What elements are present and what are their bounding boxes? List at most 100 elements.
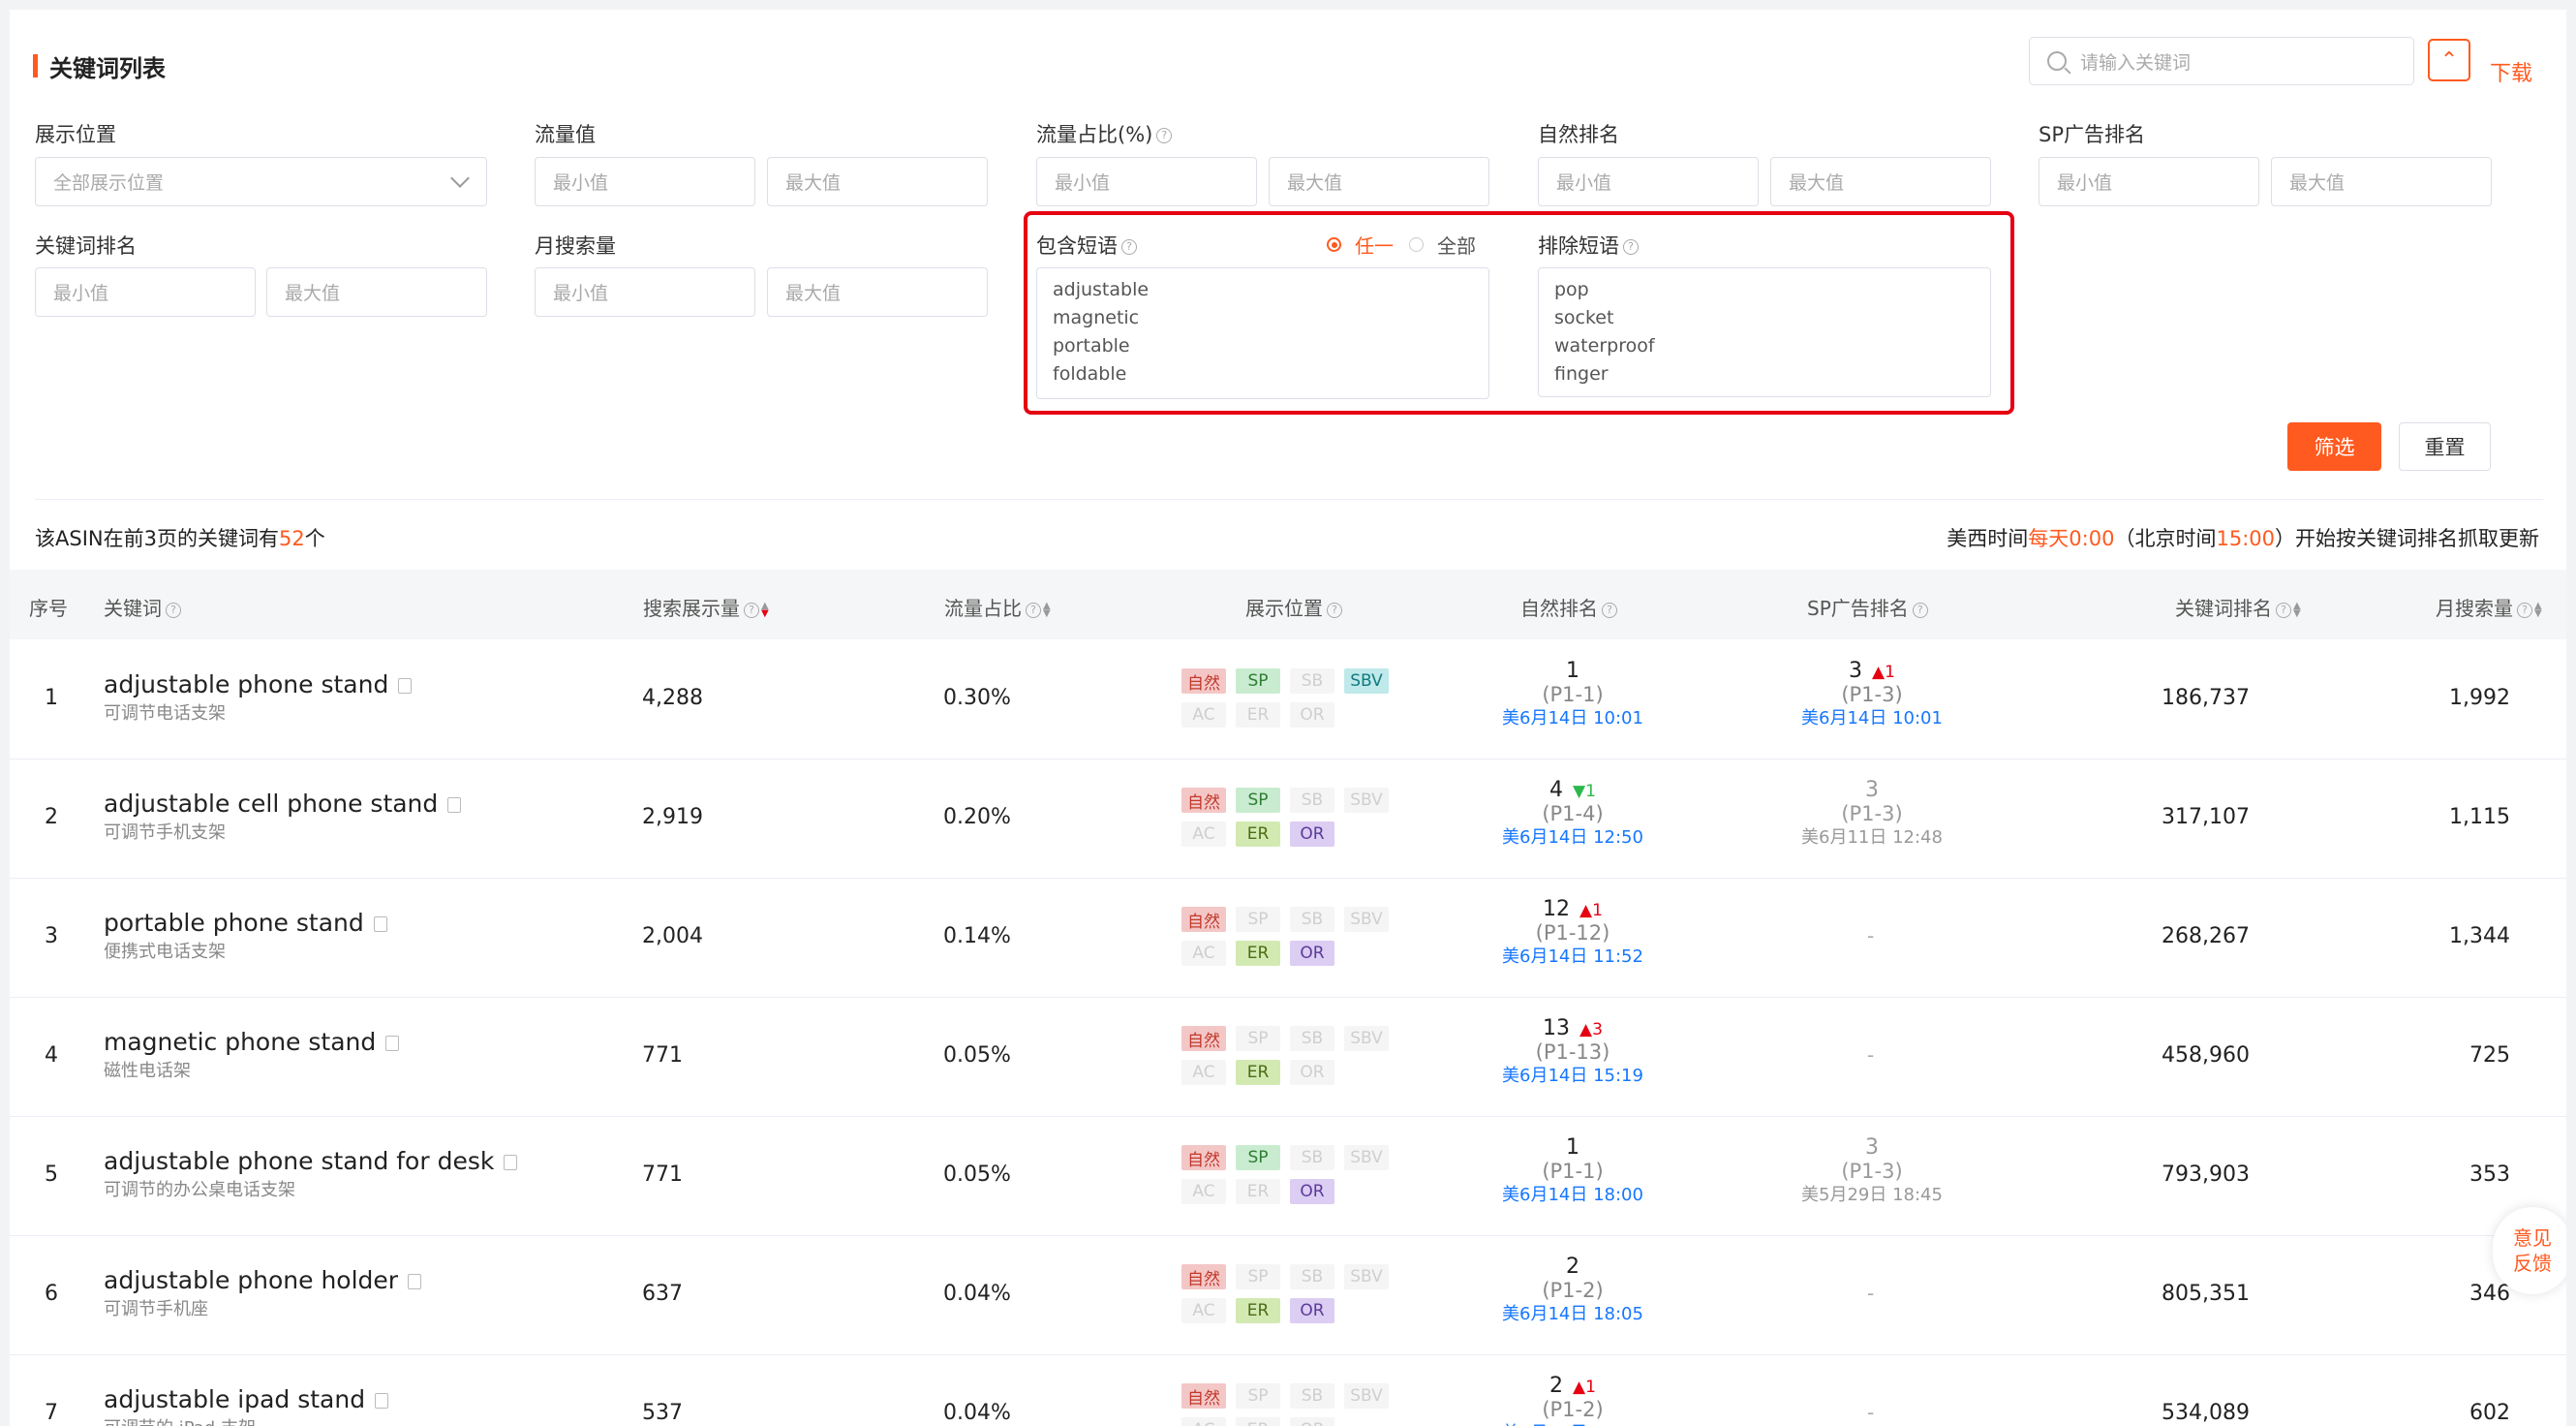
help-icon[interactable]: ?	[1327, 602, 1342, 618]
copy-icon[interactable]	[375, 1393, 389, 1409]
sp-rank-value: 3	[1849, 659, 1863, 683]
sort-icon[interactable]: ▲ ▼	[2534, 601, 2542, 618]
rank-change-value: 3	[1592, 1020, 1603, 1039]
keyword-text[interactable]: adjustable phone stand for desk	[104, 1147, 494, 1175]
col-index: 序号	[29, 597, 68, 620]
natural-rank-label: 自然排名	[1538, 123, 1619, 146]
help-icon[interactable]: ?	[1156, 128, 1173, 143]
sort-icon[interactable]: ▲ ▼	[761, 601, 769, 618]
keyword-cell: magnetic phone stand 磁性电话架	[104, 1028, 400, 1082]
sp-rank-date[interactable]: 美6月14日 10:01	[1775, 706, 1969, 731]
traffic-share-label-text: 流量占比(%)	[1036, 123, 1153, 146]
natural-rank-min-input[interactable]: 最小值	[1538, 157, 1759, 206]
sort-icon[interactable]: ▲ ▼	[2293, 601, 2301, 618]
sp-rank-value: 3	[1865, 778, 1879, 802]
traffic-share-min-input[interactable]: 最小值	[1036, 157, 1257, 206]
natural-rank-date[interactable]: 美6月14日 18:00	[1476, 1183, 1670, 1208]
position-tag-natural: 自然	[1181, 1145, 1226, 1170]
natural-rank-date[interactable]: 美6月14日 11:52	[1476, 945, 1670, 970]
copy-icon[interactable]	[373, 916, 387, 932]
help-icon[interactable]: ?	[744, 602, 759, 618]
col-impressions[interactable]: 搜索展示量? ▲ ▼	[643, 593, 769, 621]
col-monthly-search[interactable]: 月搜索量? ▲ ▼	[2436, 593, 2542, 621]
keyword-rank-label: 关键词排名	[35, 234, 137, 258]
traffic-share-max-input[interactable]: 最大值	[1269, 157, 1489, 206]
impressions-value: 771	[642, 1043, 683, 1068]
keyword-text[interactable]: portable phone stand	[104, 909, 364, 937]
monthly-search-min-input[interactable]: 最小值	[535, 267, 755, 317]
row-index: 2	[45, 805, 58, 829]
keyword-text[interactable]: adjustable ipad stand	[104, 1385, 365, 1413]
keyword-text[interactable]: magnetic phone stand	[104, 1028, 376, 1056]
col-keyword-rank[interactable]: 关键词排名? ▲ ▼	[2175, 593, 2301, 621]
position-tag-ac: AC	[1181, 941, 1226, 966]
copy-icon[interactable]	[447, 797, 462, 813]
row-index: 6	[45, 1282, 58, 1306]
feedback-button[interactable]: 意见 反馈	[2493, 1207, 2566, 1294]
share-value: 0.05%	[943, 1043, 1011, 1068]
natural-rank-date[interactable]: 美6月14日 10:01	[1476, 706, 1670, 731]
position-tag-sb: SB	[1290, 1264, 1334, 1289]
chevron-down-icon	[450, 169, 470, 188]
position-tag-ac: AC	[1181, 702, 1226, 728]
impressions-value: 2,919	[642, 805, 703, 829]
natural-rank-cell: 2 (P1-2) 美6月14日 18:05	[1476, 1255, 1670, 1327]
collapse-filters-button[interactable]: ⌃	[2428, 39, 2470, 81]
sp-rank-value: 3	[1865, 1135, 1879, 1160]
share-value: 0.04%	[943, 1401, 1011, 1425]
sp-rank-cell: 3 (P1-3) 美5月29日 18:45	[1775, 1135, 1969, 1208]
rank-change: ▲1	[1573, 1378, 1596, 1397]
keyword-search-input[interactable]: 请输入关键词	[2029, 37, 2414, 85]
sp-rank-min-input[interactable]: 最小值	[2039, 157, 2259, 206]
impressions-value: 4,288	[642, 686, 703, 710]
keyword-text[interactable]: adjustable cell phone stand	[104, 790, 438, 818]
position-tag-sb: SB	[1290, 1026, 1334, 1051]
position-tag-sb: SB	[1290, 788, 1334, 813]
sort-icon[interactable]: ▲ ▼	[1043, 601, 1051, 618]
help-icon[interactable]: ?	[166, 602, 181, 618]
natural-rank-date[interactable]: 美6月14日 12:50	[1476, 825, 1670, 851]
display-position-label: 展示位置	[35, 123, 116, 146]
filter-button[interactable]: 筛选	[2287, 422, 2381, 471]
row-index: 4	[45, 1043, 58, 1068]
sync-text: ）开始按关键词排名抓取更新	[2275, 527, 2539, 550]
sp-rank-max-input[interactable]: 最大值	[2271, 157, 2492, 206]
table-row: 6 adjustable phone holder 可调节手机座 637 0.04…	[10, 1235, 2566, 1355]
keyword-rank-min-input[interactable]: 最小值	[35, 267, 256, 317]
position-tag-sp: SP	[1236, 1026, 1280, 1051]
help-icon[interactable]: ?	[2276, 602, 2291, 618]
table-row: 7 adjustable ipad stand 可调节的 iPad 支架 537…	[10, 1354, 2566, 1426]
traffic-value-min-input[interactable]: 最小值	[535, 157, 755, 206]
natural-rank-date[interactable]: 美6月14日 18:05	[1476, 1302, 1670, 1327]
rank-change: ▲3	[1579, 1020, 1603, 1039]
col-impressions-label: 搜索展示量	[643, 597, 740, 620]
position-tag-sbv: SBV	[1344, 1145, 1389, 1170]
monthly-search-max-input[interactable]: 最大值	[767, 267, 988, 317]
help-icon[interactable]: ?	[1602, 602, 1617, 618]
download-link[interactable]: 下载	[2490, 56, 2532, 87]
traffic-value-max-input[interactable]: 最大值	[767, 157, 988, 206]
help-icon[interactable]: ?	[1912, 602, 1928, 618]
help-icon[interactable]: ?	[1026, 602, 1041, 618]
display-position-select[interactable]: 全部展示位置	[35, 157, 487, 206]
copy-icon[interactable]	[408, 1274, 422, 1289]
keyword-text[interactable]: adjustable phone stand	[104, 670, 388, 698]
natural-rank-max-input[interactable]: 最大值	[1770, 157, 1991, 206]
sp-rank-date[interactable]: 美6月11日 12:48	[1775, 825, 1969, 851]
copy-icon[interactable]	[398, 678, 413, 694]
feedback-label: 反馈	[2513, 1252, 2552, 1275]
natural-rank-date[interactable]: 美6月14日 15:19	[1476, 1064, 1670, 1089]
sp-rank-date[interactable]: 美5月29日 18:45	[1775, 1183, 1969, 1208]
keyword-text[interactable]: adjustable phone holder	[104, 1266, 398, 1294]
natural-rank-date[interactable]: 美6月14日 18:04	[1476, 1421, 1670, 1426]
col-share[interactable]: 流量占比? ▲ ▼	[944, 593, 1051, 621]
copy-icon[interactable]	[385, 1036, 400, 1051]
reset-button[interactable]: 重置	[2399, 422, 2491, 471]
keyword-rank-max-input[interactable]: 最大值	[266, 267, 487, 317]
copy-icon[interactable]	[504, 1155, 518, 1170]
sp-rank-cell: 3 (P1-3) 美6月11日 12:48	[1775, 778, 1969, 851]
help-icon[interactable]: ?	[2517, 602, 2532, 618]
position-tag-sb: SB	[1290, 668, 1334, 694]
monthly-search-value: 346	[2469, 1282, 2510, 1306]
position-tag-natural: 自然	[1181, 907, 1226, 932]
